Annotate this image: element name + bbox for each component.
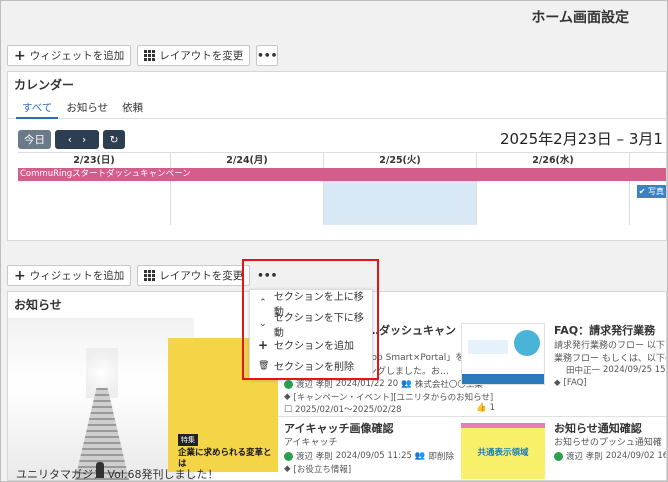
card3-category-row: ◆ [お役立ち情報] (284, 463, 351, 475)
photo-badge-label: 写真 (648, 187, 664, 196)
card2-meta: 田中正一 2024/09/25 15 (554, 364, 666, 376)
grid-icon (144, 50, 156, 61)
card4-meta: 渡辺 孝則 2024/09/02 16 (554, 450, 667, 462)
card3-title[interactable]: アイキャッチ画像確認 (284, 420, 393, 436)
add-widget-button[interactable]: + ウィジェットを追加 (7, 265, 132, 286)
tag-icon: ◆ (554, 378, 561, 388)
card1-title[interactable]: …ダッシュキャン (368, 322, 456, 338)
card1-likes-count: 1 (489, 403, 496, 413)
day-header: 2/24(月) (171, 153, 324, 168)
highlight-box (242, 259, 379, 380)
plus-icon: + (14, 267, 26, 284)
calendar-title: カレンダー (14, 78, 75, 92)
calendar-tabs: すべて お知らせ 依頼 (8, 97, 666, 119)
card4-date: 2024/09/02 16 (605, 451, 667, 461)
avatar (554, 366, 563, 375)
card1-likes[interactable]: 👍 1 (476, 403, 495, 413)
card1-date: 2024/01/22 20 (335, 379, 399, 389)
card3-category: [お役立ち情報] (293, 465, 352, 475)
prev-next-group: ‹ › (55, 130, 99, 149)
card2-author[interactable]: 田中正一 (566, 364, 600, 376)
card1-text1: top Smart×Portal」を (368, 353, 465, 363)
grid-icon (144, 270, 156, 281)
toolbar-top: + ウィジェットを追加 レイアウトを変更 ••• (7, 45, 279, 66)
card4-thumbnail[interactable]: 共通表示領域 (461, 423, 545, 479)
thumb-circle (514, 330, 540, 356)
calendar-controls: 今日 ‹ › ↻ (18, 130, 125, 149)
avatar (554, 451, 563, 461)
page-title: ホーム画面設定 (531, 10, 629, 26)
change-layout-label: レイアウトを変更 (159, 270, 244, 282)
card1-category: [キャンペーン・イベント][ユニリタからのお知らせ] (293, 393, 494, 403)
change-layout-label: レイアウトを変更 (159, 50, 244, 62)
card2-category: [FAQ] (563, 378, 587, 388)
tab-all[interactable]: すべて (15, 97, 59, 119)
card1-text2: ングしました。お… (368, 367, 450, 377)
card1-thumbnail[interactable] (461, 323, 545, 385)
tag-icon: ◆ (284, 464, 291, 474)
calendar-icon: □ (284, 404, 293, 414)
card3-date: 2024/09/05 11:25 (335, 451, 412, 461)
more-button[interactable]: ••• (256, 45, 279, 66)
day-header: 2/25(火) (324, 153, 477, 168)
day-header (630, 153, 667, 168)
chevron-right-icon[interactable]: › (82, 134, 86, 146)
check-icon: ✔ (638, 187, 646, 196)
refresh-icon[interactable]: ↻ (103, 130, 125, 149)
magazine-tag: 特集 (178, 434, 198, 446)
calendar-range: 2025年2月23日 – 3月1 (500, 130, 663, 148)
avatar (284, 451, 293, 461)
add-widget-button[interactable]: + ウィジェットを追加 (7, 45, 132, 66)
card4-author[interactable]: 渡辺 孝則 (566, 450, 603, 462)
card1-period: 2025/02/01〜2025/02/28 (295, 405, 402, 415)
avatar (284, 379, 293, 389)
day-header: 2/23(日) (18, 153, 171, 168)
thumbs-up-icon: 👍 (476, 403, 487, 413)
card1-category-row: ◆ [キャンペーン・イベント][ユニリタからのお知らせ] (284, 391, 493, 403)
card4-thumb-label: 共通表示領域 (477, 448, 529, 458)
calendar-event[interactable]: CommuRingスタートダッシュキャンペーン (18, 168, 666, 181)
card2-text2: 業務フロー もしくは、以下の (554, 354, 667, 364)
tab-request[interactable]: 依頼 (122, 97, 143, 118)
magazine-image[interactable] (8, 318, 194, 480)
thumb-footer (462, 374, 544, 384)
change-layout-button[interactable]: レイアウトを変更 (137, 265, 251, 286)
tab-notice[interactable]: お知らせ (66, 97, 108, 118)
plus-icon: + (14, 47, 26, 64)
add-widget-label: ウィジェットを追加 (29, 270, 125, 282)
card2-category-row: ◆ [FAQ] (554, 378, 587, 388)
users-icon: 👥 (414, 451, 426, 461)
card3-org: 即削除 (428, 452, 455, 462)
users-icon: 👥 (401, 379, 412, 389)
card2-text1: 請求発行業務のフロー 以下を (554, 341, 667, 351)
thumb-block (468, 340, 508, 354)
today-button[interactable]: 今日 (18, 130, 51, 149)
home-settings-screen: ホーム画面設定 + ウィジェットを追加 レイアウトを変更 ••• カレンダー す… (0, 0, 668, 482)
chevron-left-icon[interactable]: ‹ (68, 134, 72, 146)
card3-author[interactable]: 渡辺 孝則 (296, 450, 333, 462)
card2-date: 2024/09/25 15 (603, 365, 666, 375)
card4-title[interactable]: お知らせ通知確認 (554, 420, 642, 436)
calendar-grid: 2/23(日) 2/24(月) 2/25(火) 2/26(水) (18, 152, 667, 225)
card3-meta: 渡辺 孝則 2024/09/05 11:25 👥 即削除 (284, 450, 454, 462)
tag-icon: ◆ (284, 392, 291, 402)
add-widget-label: ウィジェットを追加 (29, 50, 125, 62)
divider (278, 416, 666, 417)
change-layout-button[interactable]: レイアウトを変更 (137, 45, 251, 66)
card4-sub: お知らせのプッシュ通知確 (554, 438, 662, 448)
toolbar-mid: + ウィジェットを追加 レイアウトを変更 ••• (7, 265, 278, 286)
card1-period-row: □ 2025/02/01〜2025/02/28 (284, 403, 402, 415)
magazine-caption[interactable]: ユニリタマガジン Vol.68発刊しました！ (16, 466, 218, 480)
photo-event-badge[interactable]: ✔ 写真 (636, 185, 666, 198)
card3-sub: アイキャッチ (284, 438, 338, 448)
calendar-panel: カレンダー すべて お知らせ 依頼 今日 ‹ › ↻ 2025年2月23日 – … (7, 71, 667, 241)
day-header: 2/26(水) (477, 153, 630, 168)
card2-title[interactable]: FAQ：請求発行業務 (554, 322, 655, 338)
